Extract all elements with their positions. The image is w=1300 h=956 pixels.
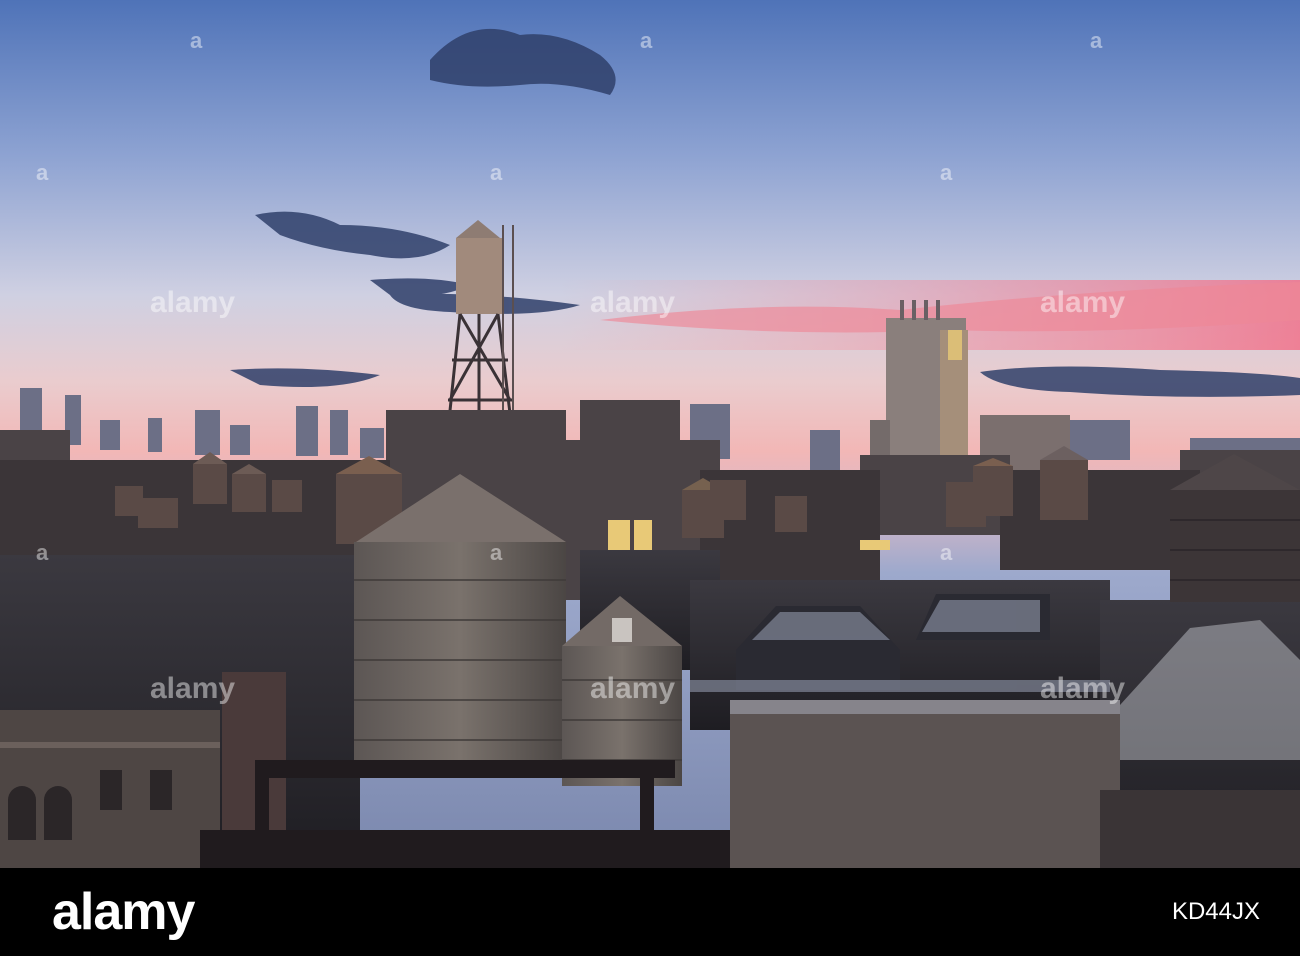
- svg-text:alamy: alamy: [590, 286, 675, 319]
- alamy-logo: alamy: [52, 883, 195, 941]
- svg-text:a: a: [190, 28, 203, 53]
- rooftop-sunset-photo: alamy alamy alamy alamy alamy alamy a a …: [0, 0, 1300, 868]
- svg-text:a: a: [490, 540, 503, 565]
- svg-text:a: a: [36, 540, 49, 565]
- svg-text:alamy: alamy: [150, 286, 235, 319]
- svg-text:alamy: alamy: [590, 672, 675, 705]
- svg-text:alamy: alamy: [1040, 286, 1125, 319]
- stock-photo-frame: alamy alamy alamy alamy alamy alamy a a …: [0, 0, 1300, 956]
- svg-text:a: a: [1090, 28, 1103, 53]
- stock-image-id: KD44JX: [1171, 898, 1260, 925]
- elevated-water-tower: [446, 220, 514, 431]
- svg-text:a: a: [940, 160, 953, 185]
- svg-text:alamy: alamy: [1040, 672, 1125, 705]
- stock-footer: alamy KD44JX: [0, 868, 1300, 956]
- svg-text:a: a: [940, 540, 953, 565]
- svg-text:a: a: [640, 28, 653, 53]
- svg-text:a: a: [490, 160, 503, 185]
- svg-text:a: a: [36, 160, 49, 185]
- svg-text:alamy: alamy: [150, 672, 235, 705]
